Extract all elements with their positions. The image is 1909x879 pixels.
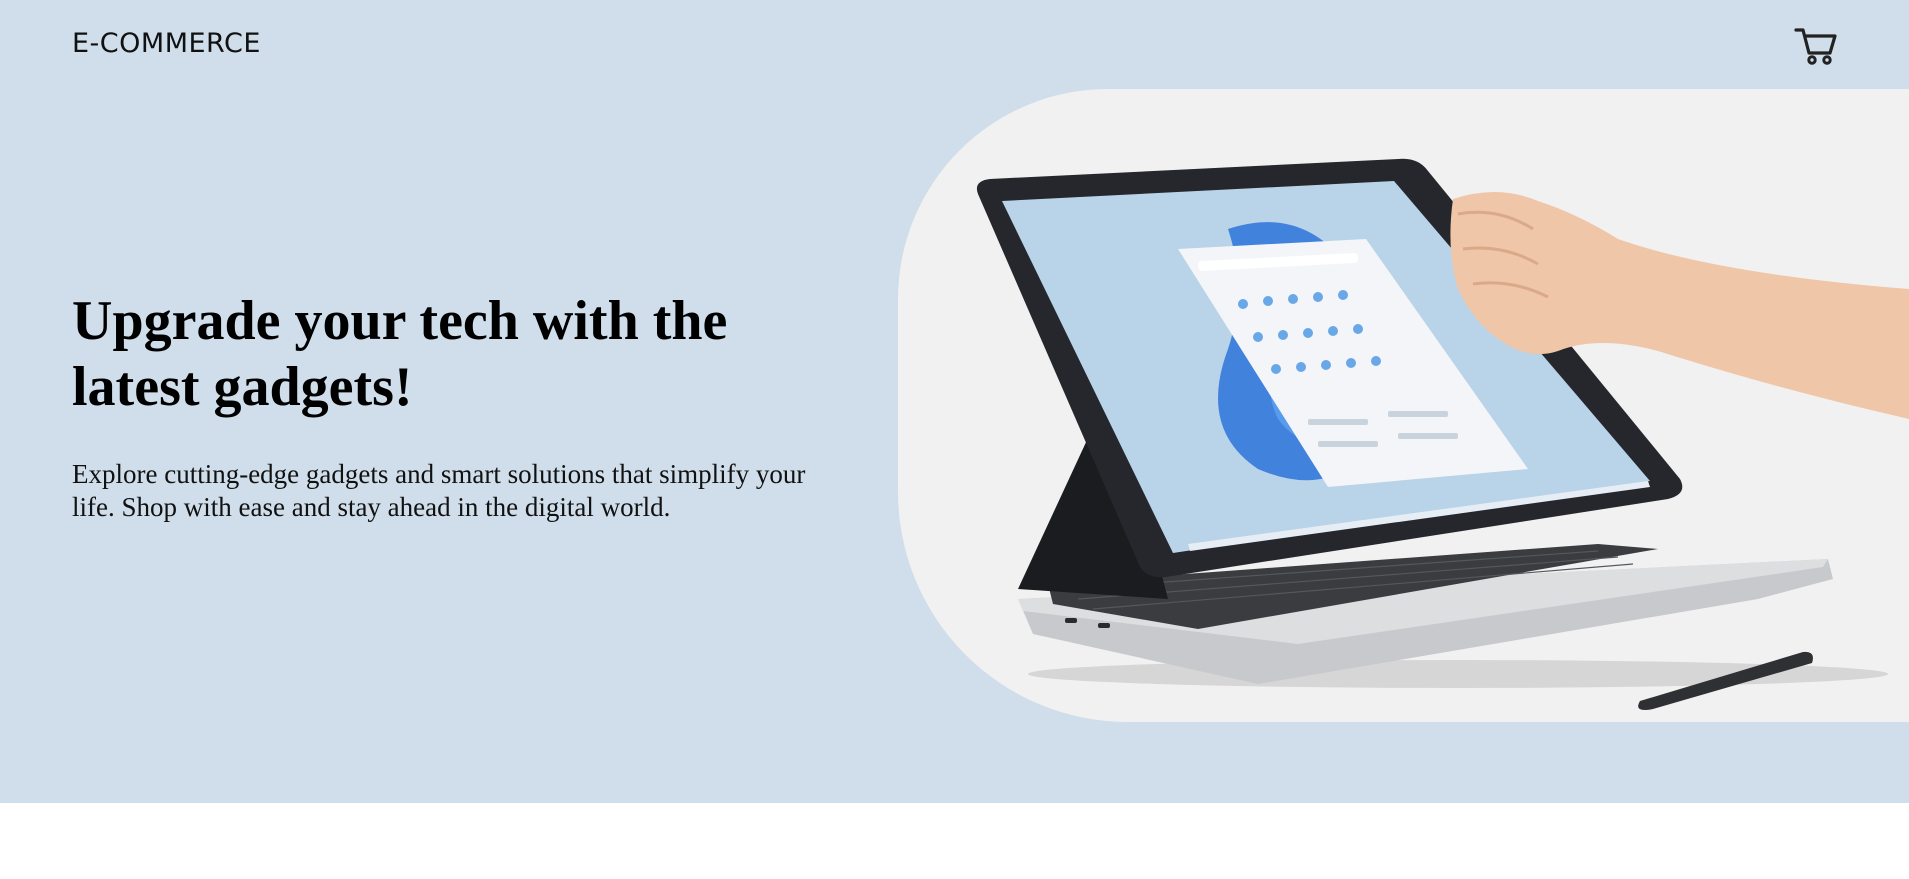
cart-button[interactable] bbox=[1794, 24, 1838, 66]
shopping-cart-icon bbox=[1794, 28, 1837, 65]
hero-section: E-COMMERCE Upgrade your tech with the la… bbox=[0, 0, 1909, 803]
hero-subtext: Explore cutting-edge gadgets and smart s… bbox=[72, 459, 806, 522]
hero-headline: Upgrade your tech with the latest gadget… bbox=[72, 290, 728, 418]
content-section bbox=[0, 803, 1909, 879]
page: E-COMMERCE Upgrade your tech with the la… bbox=[0, 0, 1909, 879]
hero-image bbox=[898, 89, 1909, 722]
brand-logo[interactable]: E-COMMERCE bbox=[72, 28, 261, 59]
